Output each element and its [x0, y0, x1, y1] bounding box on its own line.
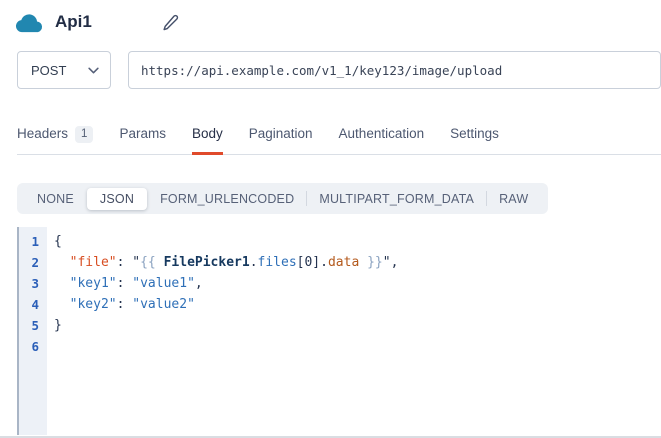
code-token: : [117, 255, 133, 270]
method-label: POST [31, 63, 66, 78]
body-mode-raw[interactable]: RAW [487, 188, 540, 210]
tab-count-badge: 1 [75, 126, 93, 143]
editor-gutter: 123456 [17, 227, 47, 435]
code-token [359, 255, 367, 270]
code-token: {{ [140, 255, 163, 270]
code-token: } [54, 318, 62, 333]
code-token: . [320, 255, 328, 270]
code-token: }} [367, 255, 383, 270]
code-token: "key2" [70, 297, 117, 312]
tab-label: Authentication [339, 126, 425, 141]
line-number: 6 [19, 336, 47, 357]
code-token: , [195, 276, 203, 291]
code-token: ", [383, 255, 399, 270]
tab-label: Headers [17, 126, 68, 141]
tab-label: Settings [450, 126, 499, 141]
code-token: : [117, 297, 133, 312]
code-token: : [117, 276, 133, 291]
page-title: Api1 [55, 12, 92, 32]
code-token: "file" [70, 255, 117, 270]
cloud-icon [14, 11, 45, 34]
code-token: "key1" [70, 276, 117, 291]
pencil-icon [162, 14, 179, 31]
tab-body[interactable]: Body [192, 126, 223, 154]
edit-title-button[interactable] [162, 14, 179, 31]
tab-params[interactable]: Params [119, 126, 166, 154]
code-token [54, 255, 70, 270]
body-mode-none[interactable]: NONE [25, 188, 86, 210]
code-line[interactable]: "key2": "value2" [54, 294, 661, 315]
editor-code-area[interactable]: { "file": "{{ FilePicker1.files[0].data … [47, 227, 661, 435]
line-number: 4 [19, 294, 47, 315]
code-line[interactable]: "key1": "value1", [54, 273, 661, 294]
code-token: "value2" [132, 297, 195, 312]
code-token: data [328, 255, 359, 270]
tab-label: Pagination [249, 126, 313, 141]
code-token: { [54, 234, 62, 249]
tab-label: Params [119, 126, 166, 141]
code-token [54, 297, 70, 312]
code-line[interactable]: "file": "{{ FilePicker1.files[0].data }}… [54, 252, 661, 273]
code-line[interactable]: { [54, 231, 661, 252]
body-mode-form_urlencoded[interactable]: FORM_URLENCODED [148, 188, 306, 210]
method-select[interactable]: POST [17, 51, 111, 89]
tab-settings[interactable]: Settings [450, 126, 499, 154]
request-tabs: Headers 1 Params Body Pagination Authenticati… [17, 126, 661, 155]
code-token [54, 276, 70, 291]
code-token: . [250, 255, 258, 270]
line-number: 2 [19, 252, 47, 273]
api-header: Api1 [0, 0, 661, 34]
code-token: "value1" [132, 276, 195, 291]
body-mode-multipart_form_data[interactable]: MULTIPART_FORM_DATA [307, 188, 486, 210]
code-token: [0] [297, 255, 320, 270]
line-number: 5 [19, 315, 47, 336]
tab-authentication[interactable]: Authentication [339, 126, 425, 154]
code-token: " [132, 255, 140, 270]
line-number: 3 [19, 273, 47, 294]
code-line[interactable]: } [54, 315, 661, 336]
request-row: POST [17, 51, 661, 89]
code-line[interactable] [54, 336, 661, 357]
tab-pagination[interactable]: Pagination [249, 126, 313, 154]
line-number: 1 [19, 231, 47, 252]
json-body-editor[interactable]: 123456 { "file": "{{ FilePicker1.files[0… [17, 227, 661, 435]
url-input[interactable] [128, 51, 661, 89]
tab-label: Body [192, 126, 223, 141]
code-token: FilePicker1 [164, 255, 250, 270]
body-mode-json[interactable]: JSON [87, 188, 147, 210]
chevron-down-icon [88, 67, 99, 74]
tab-headers[interactable]: Headers 1 [17, 126, 93, 154]
body-mode-selector: NONEJSONFORM_URLENCODEDMULTIPART_FORM_DA… [17, 183, 548, 214]
code-token: files [258, 255, 297, 270]
